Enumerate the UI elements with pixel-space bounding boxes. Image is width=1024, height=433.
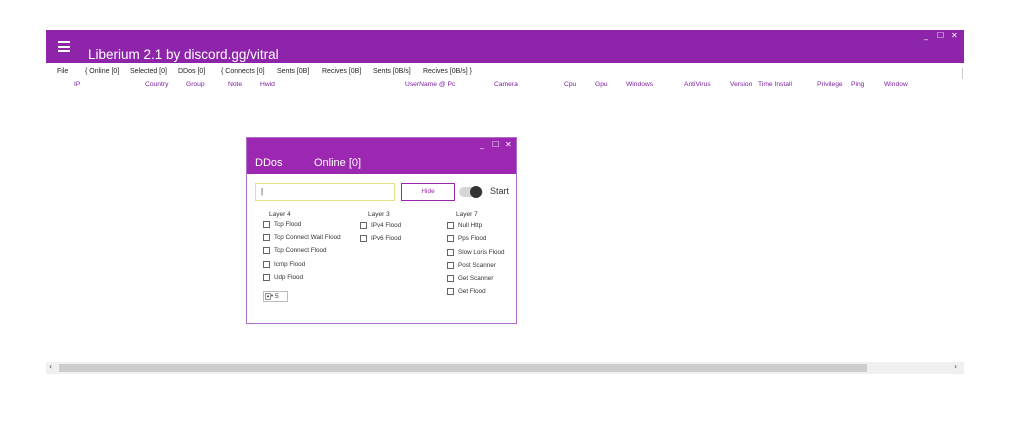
- col-note[interactable]: Note: [228, 81, 242, 88]
- status-recives-rate: Recives [0B/s] }: [423, 68, 473, 75]
- status-selected: Selected [0]: [130, 68, 167, 75]
- dialog-maximize-icon[interactable]: ☐: [492, 140, 499, 149]
- checkbox-box[interactable]: [447, 262, 454, 269]
- checkbox-box[interactable]: [447, 222, 454, 229]
- start-label: Start: [490, 186, 510, 196]
- checkbox-label: Icmp Flood: [274, 261, 306, 268]
- status-sents: Sents [0B]: [277, 68, 310, 75]
- col-country[interactable]: Country: [145, 81, 168, 88]
- minimize-icon[interactable]: _: [924, 31, 928, 41]
- checkbox-box[interactable]: [360, 235, 367, 242]
- horizontal-scrollbar[interactable]: ‹ ›: [46, 362, 964, 374]
- status-sents-rate: Sents [0B/s]: [373, 68, 411, 75]
- status-online: { Online [0]: [85, 68, 120, 75]
- checkbox-label: Post Scanner: [458, 262, 496, 269]
- ddos-dialog: _ ☐ ✕ DDos Online [0] | Hide Start Layer…: [246, 137, 517, 324]
- checkbox-label: Slow Loris Flood: [458, 249, 505, 256]
- col-antivirus[interactable]: AntiVirus: [684, 81, 711, 88]
- checkbox-label: IPv4 Flood: [371, 222, 402, 229]
- checkbox-box[interactable]: [447, 275, 454, 282]
- status-connects: { Connects [0]: [221, 68, 265, 75]
- checkbox-box[interactable]: [263, 221, 270, 228]
- dialog-close-icon[interactable]: ✕: [505, 140, 512, 149]
- menu-bar: File { Online [0] Selected [0] DDos [0] …: [0, 68, 1024, 79]
- checkbox-label: Get Scanner: [458, 275, 494, 282]
- hamburger-menu-icon[interactable]: [58, 41, 70, 52]
- checkbox-label: Tcp Connect Wait Flood: [274, 234, 341, 241]
- col-camera[interactable]: Camera: [494, 81, 518, 88]
- checkbox-box[interactable]: [360, 222, 367, 229]
- toggle-knob: [470, 186, 482, 198]
- close-icon[interactable]: ✕: [951, 31, 958, 41]
- col-gpu[interactable]: Gpu: [595, 81, 608, 88]
- layer7-title: Layer 7: [456, 211, 478, 218]
- checkbox-box[interactable]: [447, 235, 454, 242]
- stepper-value: 5: [275, 293, 279, 300]
- ddos-online-count: Online [0]: [314, 157, 362, 169]
- checkbox-label: Tcp Connect Flood: [274, 247, 327, 254]
- client-list-header: IP Country Group Note Hwid UserName @ Pc…: [0, 81, 1024, 91]
- checkbox-label: Tcp Flood: [274, 221, 302, 228]
- scroll-left-icon[interactable]: ‹: [49, 362, 52, 371]
- dialog-minimize-icon[interactable]: _: [480, 140, 484, 149]
- checkbox-box[interactable]: [263, 247, 270, 254]
- layer3-title: Layer 3: [368, 211, 390, 218]
- threads-stepper[interactable]: ▲▼ 5: [263, 291, 288, 302]
- col-time-install[interactable]: Time Install: [758, 81, 792, 88]
- col-ip[interactable]: IP: [74, 81, 80, 88]
- col-cpu[interactable]: Cpu: [564, 81, 576, 88]
- maximize-icon[interactable]: ☐: [937, 31, 944, 41]
- stepper-arrows-icon[interactable]: ▲▼: [265, 293, 274, 300]
- menu-file[interactable]: File: [57, 68, 68, 75]
- main-title-bar: Liberium 2.1 by discord.gg/vitral _ ☐ ✕: [46, 30, 964, 63]
- app-title: Liberium 2.1 by discord.gg/vitral: [88, 47, 279, 62]
- target-input[interactable]: |: [255, 183, 395, 201]
- start-toggle[interactable]: [459, 186, 483, 198]
- layer4-title: Layer 4: [269, 211, 291, 218]
- col-ping[interactable]: Ping: [851, 81, 864, 88]
- status-ddos[interactable]: DDos [0]: [178, 68, 205, 75]
- col-username[interactable]: UserName @ Pc: [405, 81, 455, 88]
- checkbox-box[interactable]: [263, 274, 270, 281]
- scrollbar-thumb[interactable]: [59, 364, 867, 372]
- checkbox-label: Null Http: [458, 222, 483, 229]
- checkbox-box[interactable]: [263, 234, 270, 241]
- scroll-right-icon[interactable]: ›: [954, 362, 957, 371]
- checkbox-box[interactable]: [263, 261, 270, 268]
- col-version[interactable]: Version: [730, 81, 752, 88]
- checkbox-label: Get Flood: [458, 288, 486, 295]
- checkbox-box[interactable]: [447, 288, 454, 295]
- col-windows[interactable]: Windows: [626, 81, 653, 88]
- checkbox-box[interactable]: [447, 249, 454, 256]
- col-group[interactable]: Group: [186, 81, 205, 88]
- hide-button[interactable]: Hide: [401, 183, 455, 201]
- checkbox-label: IPv6 Flood: [371, 235, 402, 242]
- col-window[interactable]: Window: [884, 81, 908, 88]
- app-root: Liberium 2.1 by discord.gg/vitral _ ☐ ✕ …: [0, 0, 1024, 433]
- checkbox-label: Pps Flood: [458, 235, 487, 242]
- ddos-dialog-title-bar[interactable]: _ ☐ ✕ DDos Online [0]: [247, 138, 516, 174]
- ddos-dialog-title: DDos: [255, 157, 283, 169]
- menubar-divider: [962, 68, 963, 79]
- status-recives: Recives [0B]: [322, 68, 362, 75]
- checkbox-label: Udp Flood: [274, 274, 304, 281]
- col-privilege[interactable]: Privilege: [817, 81, 843, 88]
- col-hwid[interactable]: Hwid: [260, 81, 275, 88]
